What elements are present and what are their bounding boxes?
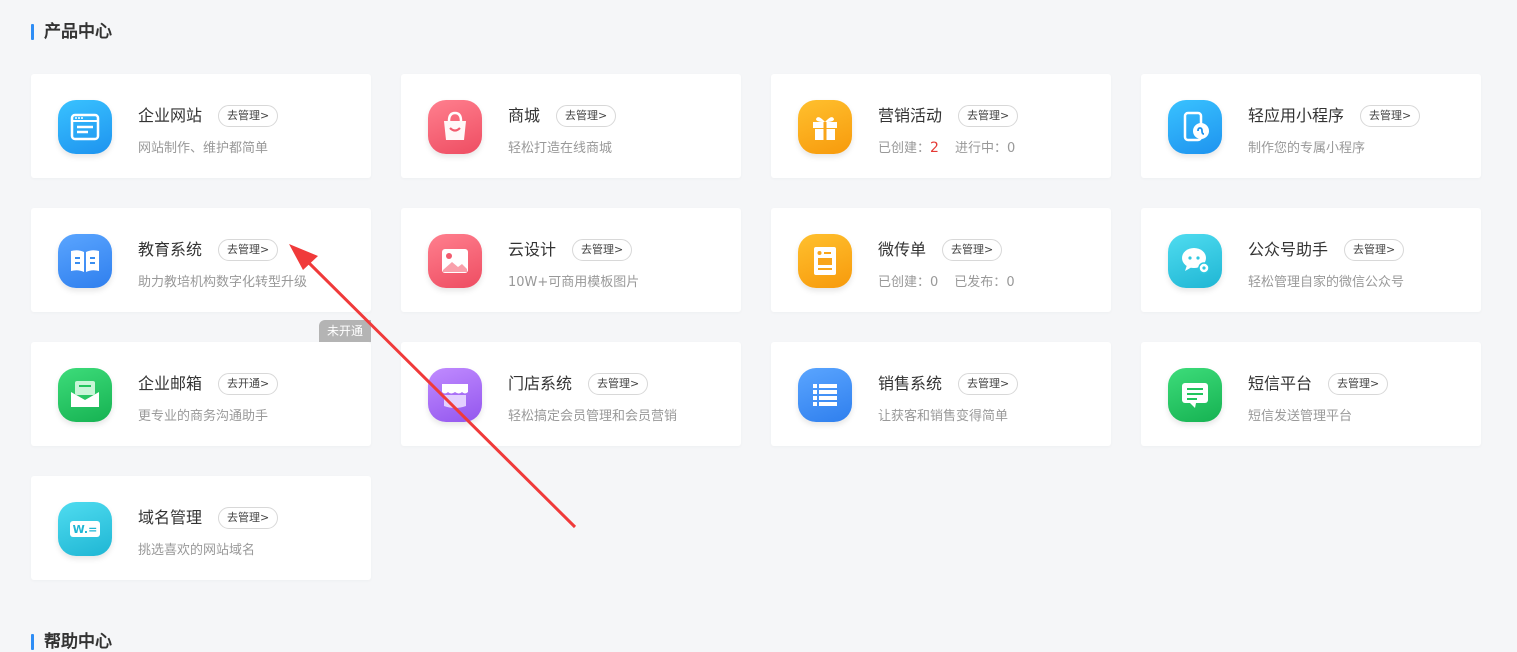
manage-button[interactable]: 去管理> (218, 239, 279, 261)
gift-icon (798, 100, 852, 154)
manage-button[interactable]: 去管理> (958, 373, 1019, 395)
card-sales[interactable]: 销售系统 去管理> 让获客和销售变得简单 (771, 342, 1111, 446)
card-title: 微传单 (878, 240, 927, 259)
manage-button[interactable]: 去管理> (218, 507, 279, 529)
card-desc: 10W+可商用模板图片 (508, 275, 640, 290)
manage-button[interactable]: 去管理> (942, 239, 1003, 261)
card-mini-program[interactable]: 轻应用小程序 去管理> 制作您的专属小程序 (1141, 74, 1481, 178)
manage-button[interactable]: 去管理> (1328, 373, 1389, 395)
card-desc: 让获客和销售变得简单 (878, 409, 1009, 424)
card-title: 营销活动 (878, 106, 943, 125)
card-title: 短信平台 (1248, 374, 1313, 393)
manage-button[interactable]: 去管理> (588, 373, 649, 395)
card-desc: 轻松搞定会员管理和会员营销 (508, 409, 678, 424)
section-title-product: 产品中心 (31, 22, 112, 42)
section-title-help: 帮助中心 (31, 632, 112, 652)
not-activated-badge: 未开通 (319, 320, 371, 342)
store-icon (428, 368, 482, 422)
card-desc: 更专业的商务沟通助手 (138, 409, 269, 424)
card-mall[interactable]: 商城 去管理> 轻松打造在线商城 (401, 74, 741, 178)
manage-button[interactable]: 去管理> (556, 105, 617, 127)
book-icon (58, 234, 112, 288)
card-education[interactable]: 教育系统 去管理> 助力教培机构数字化转型升级 (31, 208, 371, 312)
website-icon (58, 100, 112, 154)
card-stats: 已创建：0 已发布：0 (878, 275, 1015, 290)
card-website[interactable]: 企业网站 去管理> 网站制作、维护都简单 (31, 74, 371, 178)
card-enterprise-mail[interactable]: 未开通 企业邮箱 去开通> 更专业的商务沟通助手 (31, 320, 371, 446)
card-desc: 网站制作、维护都简单 (138, 141, 269, 156)
mail-icon (58, 368, 112, 422)
card-title: 公众号助手 (1248, 240, 1329, 259)
card-store[interactable]: 门店系统 去管理> 轻松搞定会员管理和会员营销 (401, 342, 741, 446)
manage-button[interactable]: 去管理> (1344, 239, 1405, 261)
activate-button[interactable]: 去开通> (218, 373, 279, 395)
card-official-account[interactable]: 公众号助手 去管理> 轻松管理自家的微信公众号 (1141, 208, 1481, 312)
card-flyer[interactable]: 微传单 去管理> 已创建：0 已发布：0 (771, 208, 1111, 312)
mini-program-icon (1168, 100, 1222, 154)
card-sms[interactable]: 短信平台 去管理> 短信发送管理平台 (1141, 342, 1481, 446)
manage-button[interactable]: 去管理> (958, 105, 1019, 127)
card-desc: 制作您的专属小程序 (1248, 141, 1366, 156)
card-title: 门店系统 (508, 374, 573, 393)
flyer-icon (798, 234, 852, 288)
card-desc: 轻松管理自家的微信公众号 (1248, 275, 1405, 290)
card-desc: 轻松打造在线商城 (508, 141, 613, 156)
card-marketing[interactable]: 营销活动 去管理> 已创建：2 进行中：0 (771, 74, 1111, 178)
card-title: 云设计 (508, 240, 557, 259)
card-title: 企业邮箱 (138, 374, 203, 393)
manage-button[interactable]: 去管理> (1360, 105, 1421, 127)
card-title: 域名管理 (138, 508, 203, 527)
card-desc: 短信发送管理平台 (1248, 409, 1353, 424)
card-title: 轻应用小程序 (1248, 106, 1345, 125)
image-icon (428, 234, 482, 288)
card-desc: 挑选喜欢的网站域名 (138, 543, 256, 558)
sms-icon (1168, 368, 1222, 422)
card-desc: 助力教培机构数字化转型升级 (138, 275, 308, 290)
wechat-icon (1168, 234, 1222, 288)
manage-button[interactable]: 去管理> (572, 239, 633, 261)
shopping-bag-icon (428, 100, 482, 154)
card-stats: 已创建：2 进行中：0 (878, 140, 1016, 156)
card-cloud-design[interactable]: 云设计 去管理> 10W+可商用模板图片 (401, 208, 741, 312)
manage-button[interactable]: 去管理> (218, 105, 279, 127)
list-icon (798, 368, 852, 422)
card-title: 销售系统 (878, 374, 943, 393)
card-domain[interactable]: W.= 域名管理 去管理> 挑选喜欢的网站域名 (31, 476, 371, 580)
card-title: 商城 (508, 106, 541, 125)
card-title: 教育系统 (138, 240, 203, 259)
domain-icon: W.= (58, 502, 112, 556)
domain-icon-text: W.= (73, 523, 98, 536)
card-title: 企业网站 (138, 106, 203, 125)
